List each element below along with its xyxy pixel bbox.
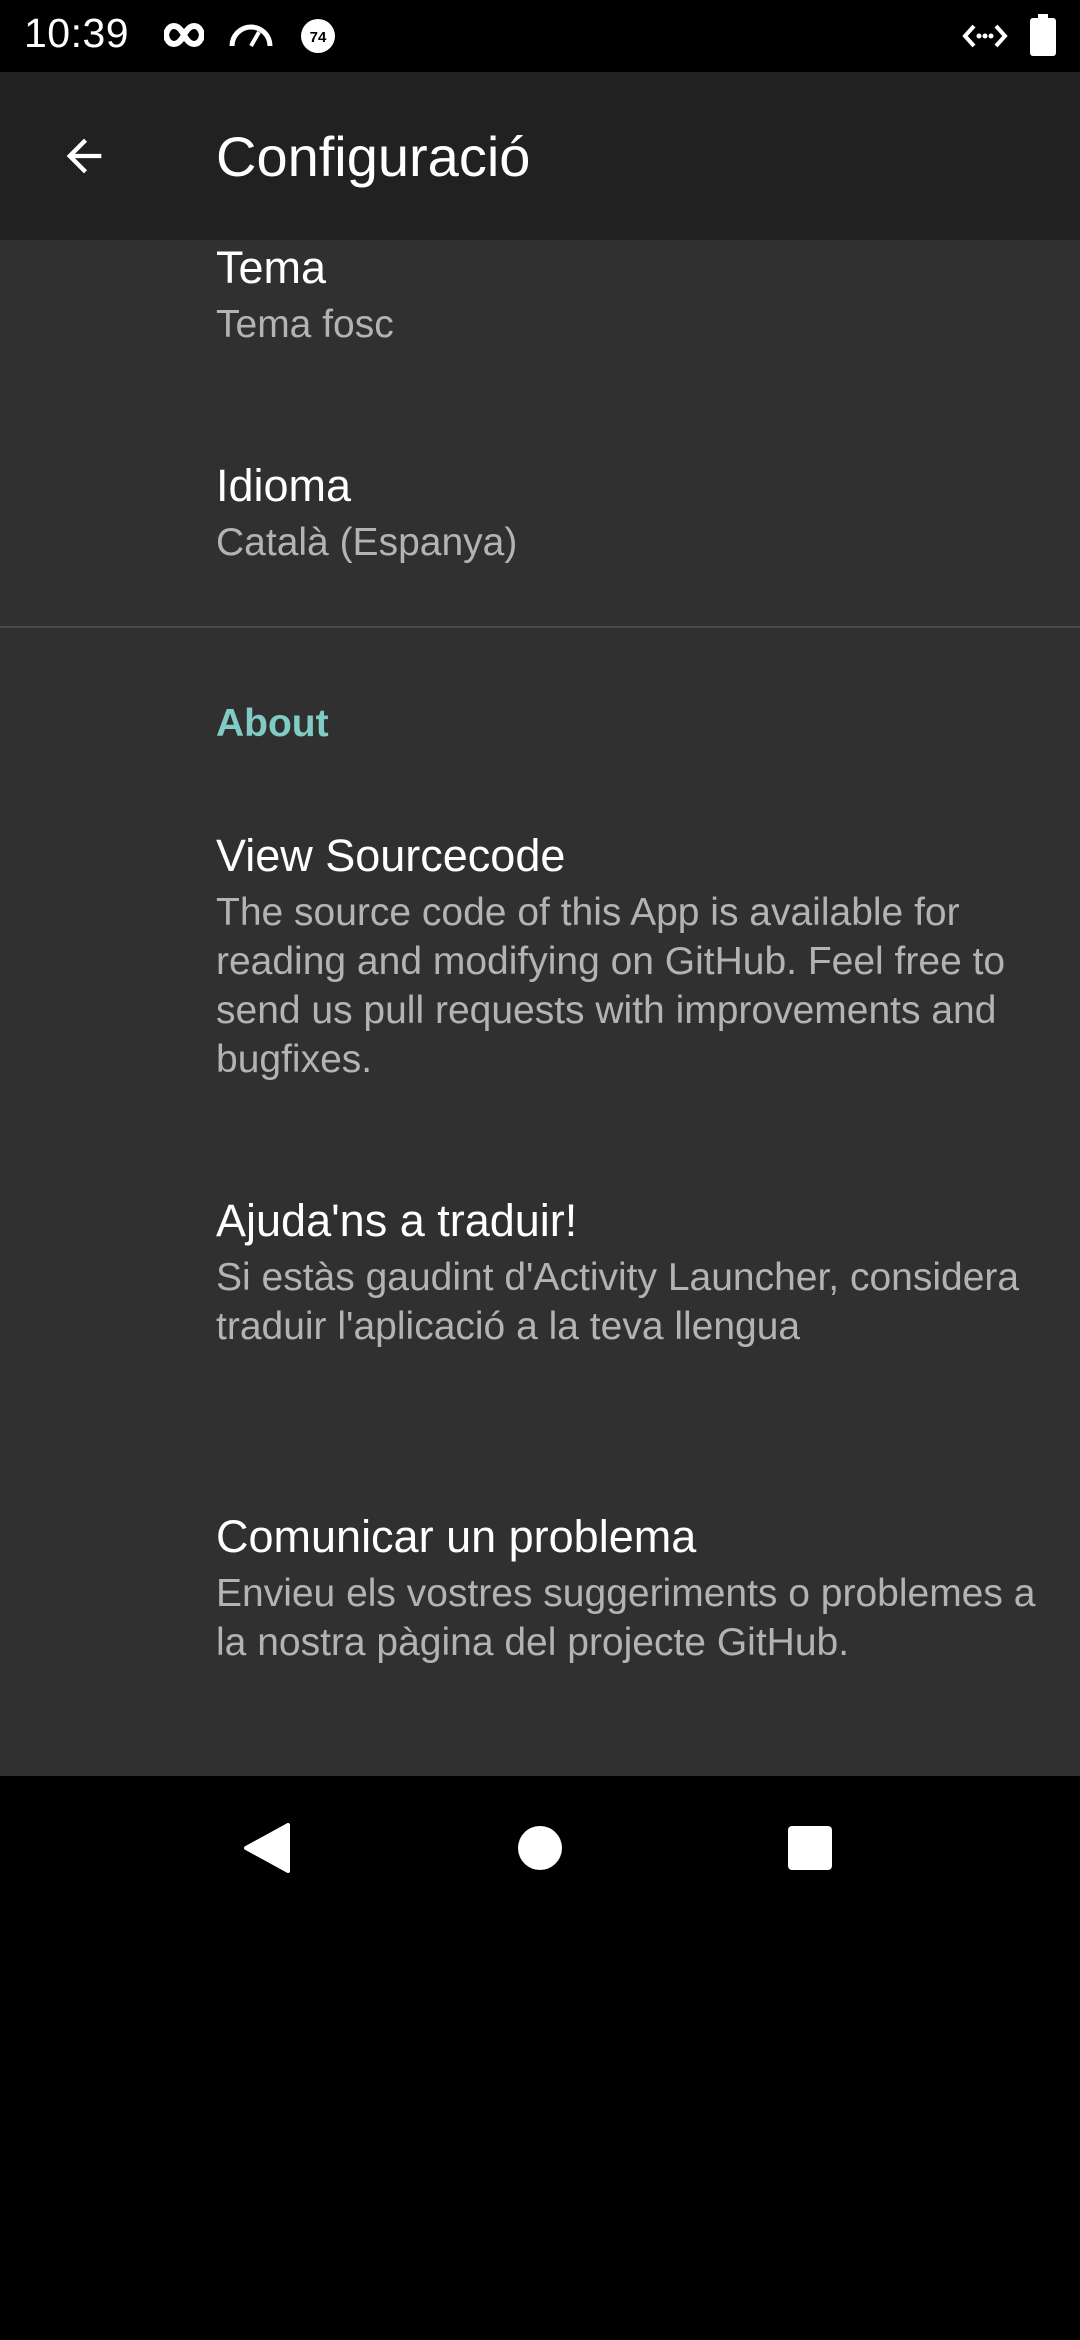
nav-back-button[interactable] [231, 1812, 303, 1884]
pref-report-title: Comunicar un problema [216, 1511, 697, 1562]
pref-translate-title: Ajuda'ns a traduir! [216, 1195, 578, 1246]
pref-language[interactable]: Idioma Català (Espanya) [216, 458, 1046, 567]
recents-square-icon [788, 1826, 832, 1870]
code-arrows-icon [962, 22, 1008, 55]
back-triangle-icon [244, 1823, 290, 1873]
badge-text: 74 [310, 29, 327, 46]
app-toolbar: Configuració [0, 72, 1080, 240]
settings-list: Tema Tema fosc Idioma Català (Espanya) A… [0, 240, 1080, 1776]
pref-theme-summary: Tema fosc [216, 303, 394, 346]
pref-source-summary: The source code of this App is available… [216, 891, 1006, 1081]
section-divider [0, 626, 1080, 628]
nav-home-button[interactable] [504, 1812, 576, 1884]
pref-report-problem[interactable]: Comunicar un problema Envieu els vostres… [216, 1509, 1046, 1667]
pref-report-summary: Envieu els vostres suggeriments o proble… [216, 1572, 1036, 1664]
home-circle-icon [518, 1826, 562, 1870]
pref-language-summary: Català (Espanya) [216, 521, 518, 564]
infinity-icon [162, 22, 206, 53]
back-button[interactable] [40, 112, 128, 200]
pref-help-translate[interactable]: Ajuda'ns a traduir! Si estàs gaudint d'A… [216, 1193, 1046, 1351]
badge-icon: 74 [300, 18, 336, 59]
pref-translate-summary: Si estàs gaudint d'Activity Launcher, co… [216, 1256, 1020, 1348]
pref-theme-title: Tema [216, 242, 327, 293]
pref-theme[interactable]: Tema Tema fosc [216, 240, 1046, 349]
system-nav-bar [0, 1776, 1080, 1920]
battery-icon [1030, 14, 1056, 61]
page-title: Configuració [216, 125, 531, 188]
arrow-back-icon [66, 138, 102, 174]
pref-view-sourcecode[interactable]: View Sourcecode The source code of this … [216, 828, 1046, 1084]
speedometer-icon [228, 18, 274, 55]
pref-language-title: Idioma [216, 460, 352, 511]
status-bar: 10:39 74 [0, 0, 1080, 72]
category-about: About [216, 702, 329, 745]
nav-recents-button[interactable] [774, 1812, 846, 1884]
pref-source-title: View Sourcecode [216, 830, 566, 881]
status-time: 10:39 [24, 10, 130, 56]
